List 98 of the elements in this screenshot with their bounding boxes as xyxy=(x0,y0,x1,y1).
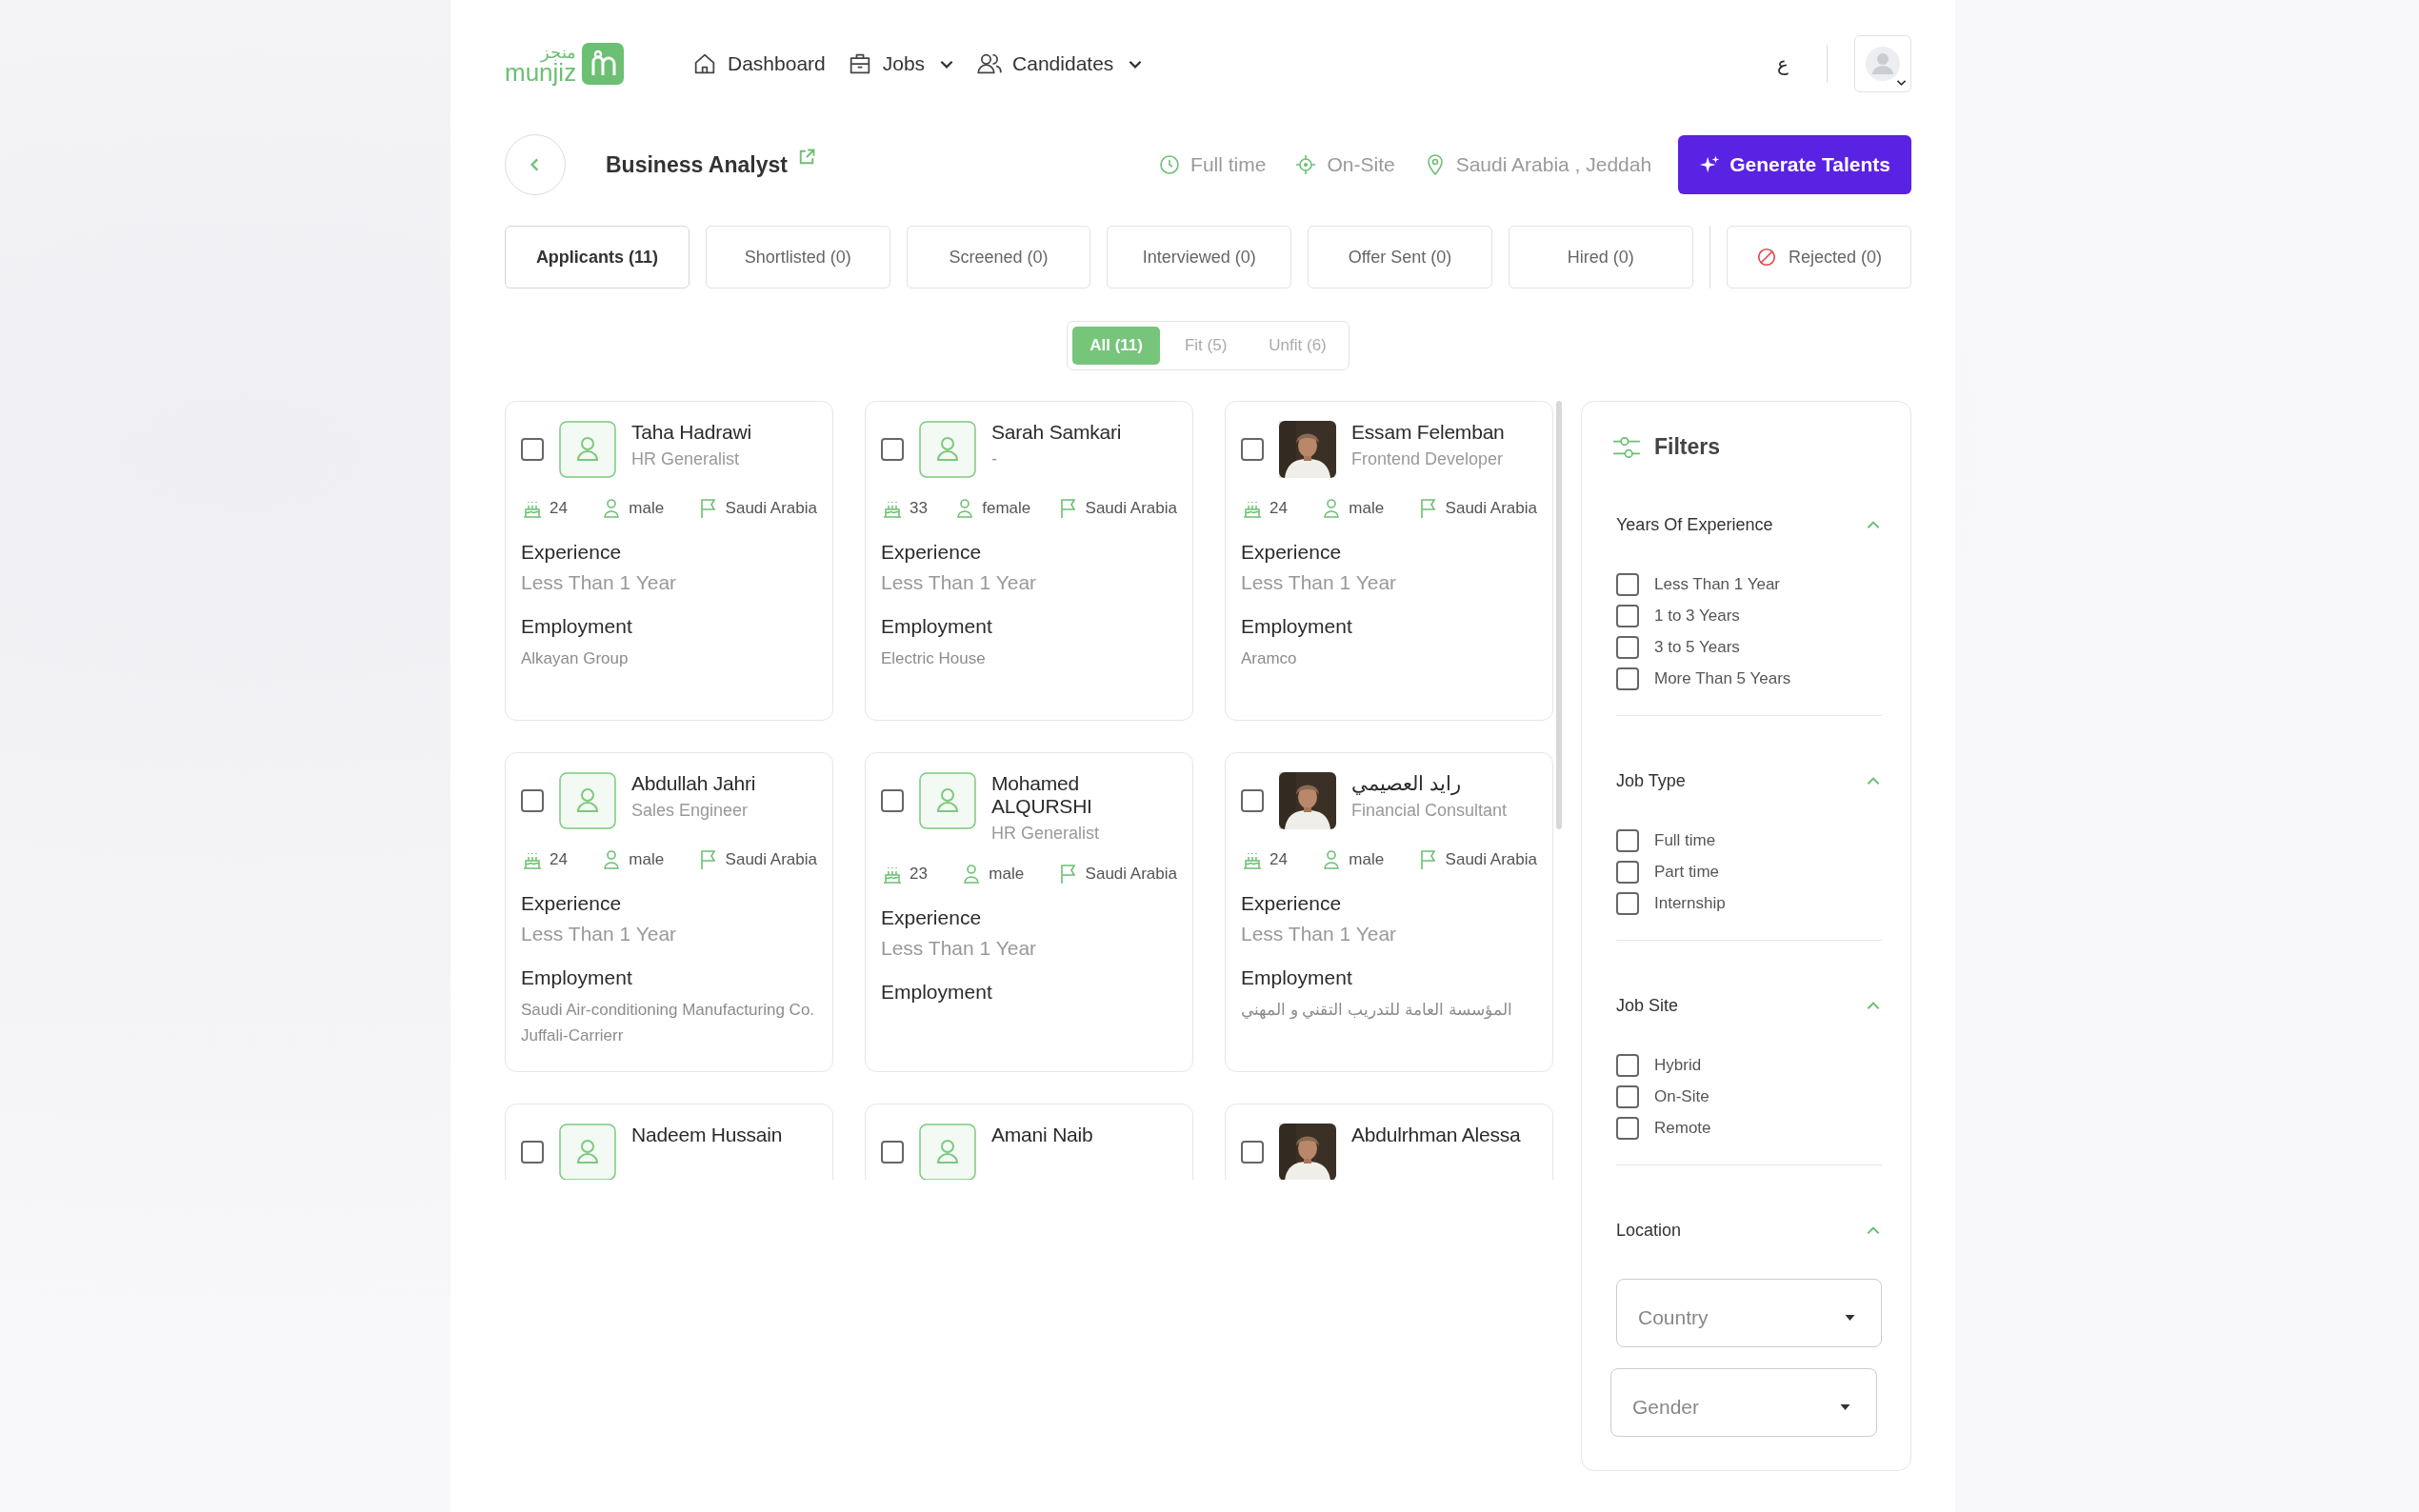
filters-title: Filters xyxy=(1654,434,1721,460)
candidate-name: Sarah Samkari xyxy=(991,421,1122,444)
dropdown-field[interactable]: Gender xyxy=(1610,1368,1877,1437)
job-meta-text: Saudi Arabia , Jeddah xyxy=(1455,153,1652,176)
employment-value: Saudi Air-conditioning Manufacturing Co. Juffali-Carrierr xyxy=(521,1000,816,1046)
experience-value: Less Than 1 Year xyxy=(521,923,678,945)
experience-label: Experience xyxy=(881,906,983,929)
country-text: Saudi Arabia xyxy=(1085,865,1177,884)
candidate-card[interactable]: Essam Felemban Frontend Developer 24 male Saudi Arabia Experience Less Than 1 Year Employment Aramco xyxy=(1225,401,1553,721)
candidate-name: Taha Hadrawi xyxy=(631,421,751,444)
employment-label: Employment xyxy=(881,615,993,638)
language-toggle[interactable]: ع xyxy=(1777,52,1789,75)
gender-text: male xyxy=(629,499,665,518)
employment-label: Employment xyxy=(1241,615,1353,638)
candidate-title: Frontend Developer xyxy=(1351,449,1505,469)
age-text: 24 xyxy=(1269,499,1288,518)
gender-text: female xyxy=(982,499,1031,518)
age-text: 33 xyxy=(910,499,928,518)
country-text: Saudi Arabia xyxy=(725,499,817,518)
nav-link[interactable]: Jobs xyxy=(846,50,956,77)
candidate-card[interactable]: Nadeem Hussain xyxy=(505,1104,833,1180)
candidate-card[interactable]: Taha Hadrawi HR Generalist 24 male Saudi Arabia Experience Less Than 1 Year Employment Alkayan Group xyxy=(505,401,833,721)
option-label: On-Site xyxy=(1654,1087,1709,1106)
candidate-card[interactable]: Mohamed ALQURSHI HR Generalist 23 male Saudi Arabia Experience Less Than 1 Year Employment xyxy=(865,752,1193,1072)
stage-tab[interactable]: Screened (0) xyxy=(906,226,1091,288)
employment-value: Alkayan Group xyxy=(521,648,630,669)
employment-label: Employment xyxy=(521,966,633,989)
age-text: 24 xyxy=(1269,850,1288,869)
country-text: Saudi Arabia xyxy=(1445,499,1537,518)
experience-label: Experience xyxy=(1241,892,1343,915)
experience-label: Experience xyxy=(1241,541,1343,564)
option-label: More Than 5 Years xyxy=(1654,669,1791,688)
candidate-name: Essam Felemban xyxy=(1351,421,1505,444)
employment-label: Employment xyxy=(1241,966,1353,989)
candidate-name: Abdullah Jahri xyxy=(631,772,756,795)
country-text: Saudi Arabia xyxy=(1445,850,1537,869)
employment-value: المؤسسة العامة للتدريب التقني و المهني xyxy=(1241,1000,1513,1022)
gender-text: male xyxy=(629,850,665,869)
candidate-card[interactable]: Sarah Samkari - 33 female Saudi Arabia Experience Less Than 1 Year Employment Electric House xyxy=(865,401,1193,721)
option-label: 3 to 5 Years xyxy=(1654,638,1740,657)
experience-value: Less Than 1 Year xyxy=(521,571,678,594)
candidate-title: HR Generalist xyxy=(991,824,1101,844)
logo-arabic-text: منجز xyxy=(541,44,577,61)
stage-tab[interactable]: Hired (0) xyxy=(1508,226,1693,288)
stage-tab[interactable]: Offer Sent (0) xyxy=(1308,226,1492,288)
option-label: Hybrid xyxy=(1654,1056,1702,1075)
candidate-title: - xyxy=(991,449,998,469)
employment-label: Employment xyxy=(521,615,633,638)
filter-section-title: Job Type xyxy=(1616,771,1686,791)
job-title: Business Analyst xyxy=(606,151,788,178)
candidate-card[interactable]: Abdullah Jahri Sales Engineer 24 male Saudi Arabia Experience Less Than 1 Year Employment Saudi Air-conditioning Manufacturing Co. Juffali-Carrierr xyxy=(505,752,833,1072)
candidate-card[interactable]: Abdulrhman Alessa xyxy=(1225,1104,1553,1180)
gender-text: male xyxy=(989,865,1025,884)
nav-link[interactable]: Candidates xyxy=(976,50,1145,77)
age-text: 24 xyxy=(550,499,568,518)
experience-value: Less Than 1 Year xyxy=(1241,571,1398,594)
candidate-title: Sales Engineer xyxy=(631,801,750,821)
gender-text: male xyxy=(1349,850,1385,869)
employment-label: Employment xyxy=(881,981,993,1004)
experience-label: Experience xyxy=(521,892,623,915)
stage-tab[interactable]: Rejected (0) xyxy=(1727,226,1911,288)
age-text: 24 xyxy=(550,850,568,869)
candidate-name: Mohamed ALQURSHI xyxy=(991,772,1093,818)
stage-tab[interactable]: Shortlisted (0) xyxy=(705,226,890,288)
option-label: Internship xyxy=(1654,894,1726,913)
employment-value: Electric House xyxy=(881,648,987,669)
candidate-card[interactable]: Amani Naib xyxy=(865,1104,1193,1180)
filter-section-title: Job Site xyxy=(1616,996,1679,1016)
experience-value: Less Than 1 Year xyxy=(1241,923,1398,945)
candidate-name: Amani Naib xyxy=(991,1124,1093,1146)
stage-tab[interactable]: Applicants (11) xyxy=(505,226,690,288)
option-label: Part time xyxy=(1654,863,1720,882)
option-label: Remote xyxy=(1654,1119,1711,1138)
experience-value: Less Than 1 Year xyxy=(881,571,1038,594)
option-label: Less Than 1 Year xyxy=(1654,575,1780,594)
country-text: Saudi Arabia xyxy=(725,850,817,869)
experience-value: Less Than 1 Year xyxy=(881,937,1038,960)
option-label: 1 to 3 Years xyxy=(1654,607,1740,626)
option-label: Full time xyxy=(1654,831,1716,850)
candidate-name: Abdulrhman Alessa xyxy=(1351,1124,1521,1146)
gender-text: male xyxy=(1349,499,1385,518)
stage-tab[interactable]: Interviewed (0) xyxy=(1107,226,1292,288)
filter-section-title: Location xyxy=(1616,1221,1682,1241)
candidate-title: HR Generalist xyxy=(631,449,741,469)
job-meta-text: Full time xyxy=(1190,153,1267,176)
employment-value: Aramco xyxy=(1241,648,1298,669)
candidate-name: رايد العصيمي xyxy=(1351,772,1462,795)
age-text: 23 xyxy=(910,865,928,884)
experience-label: Experience xyxy=(521,541,623,564)
candidate-title: Financial Consultant xyxy=(1351,801,1508,821)
nav-link[interactable]: Dashboard xyxy=(691,50,826,77)
dropdown-field[interactable]: Country xyxy=(1616,1279,1882,1347)
generate-talents-button[interactable]: Generate Talents xyxy=(1678,135,1911,194)
country-text: Saudi Arabia xyxy=(1085,499,1177,518)
job-meta-text: On-Site xyxy=(1327,153,1395,176)
filter-section-title: Years Of Experience xyxy=(1616,515,1773,535)
candidate-name: Nadeem Hussain xyxy=(631,1124,783,1146)
experience-label: Experience xyxy=(881,541,983,564)
